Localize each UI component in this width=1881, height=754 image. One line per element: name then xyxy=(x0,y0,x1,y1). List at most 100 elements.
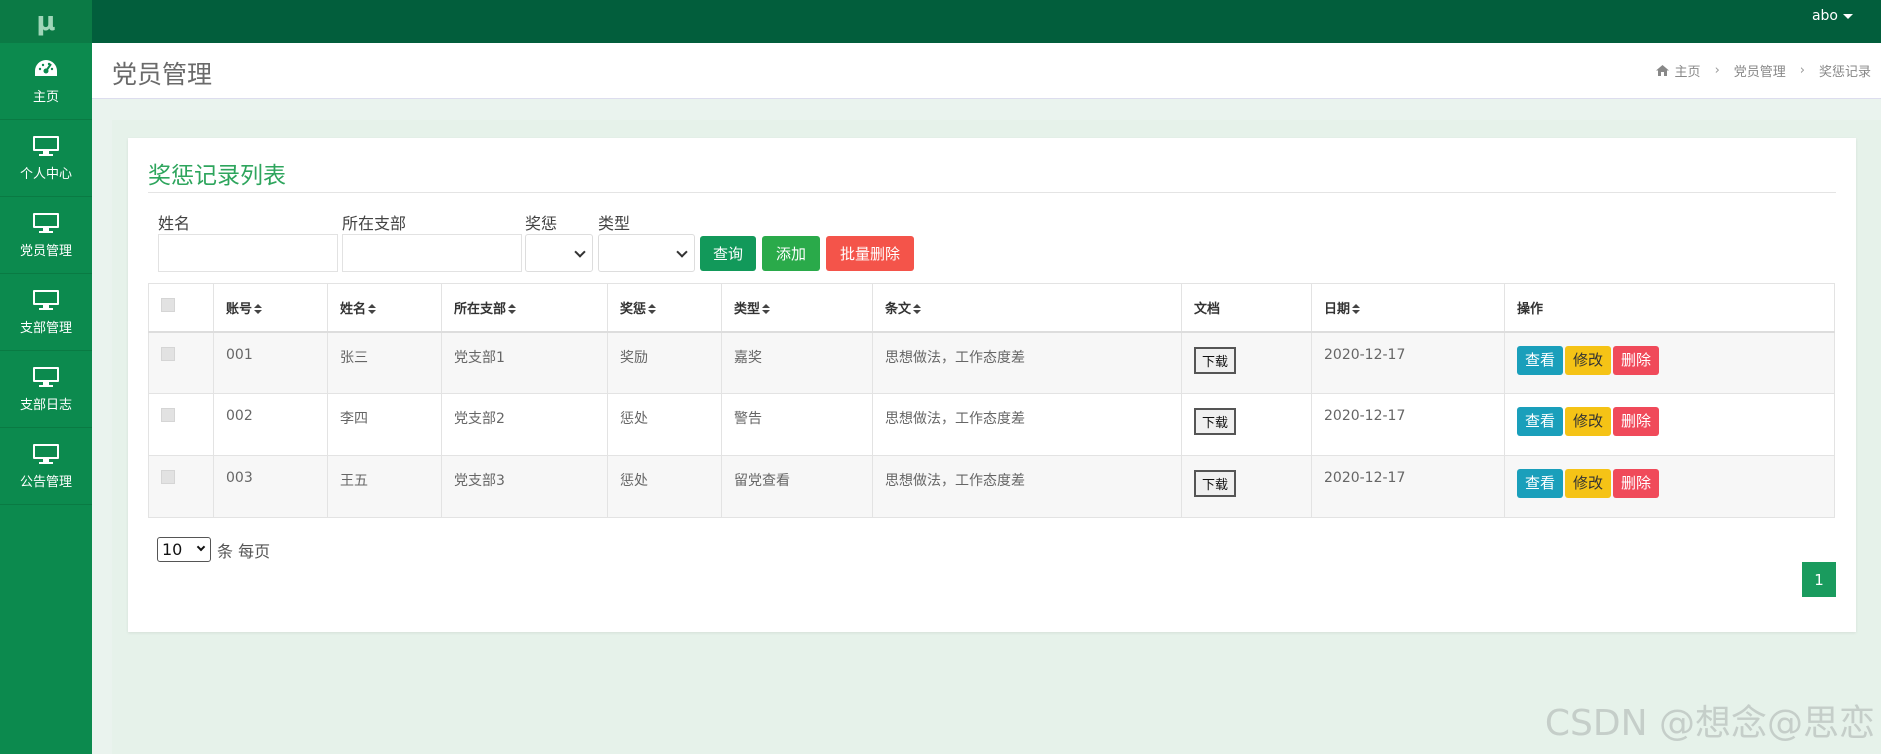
row-select-cell[interactable] xyxy=(148,455,214,518)
page-size-control: 10 条 每页 xyxy=(157,537,270,562)
sidebar-item-members[interactable]: 党员管理 xyxy=(0,197,92,274)
sidebar-item-label: 主页 xyxy=(32,89,59,105)
row-checkbox[interactable] xyxy=(161,346,175,361)
user-menu[interactable]: abo xyxy=(1812,8,1853,24)
col-branch[interactable]: 所在支部 xyxy=(441,283,608,333)
sidebar-item-label: 党员管理 xyxy=(19,243,72,259)
cell-doc: 下载 xyxy=(1181,455,1312,518)
cell-name: 王五 xyxy=(327,455,442,518)
monitor-icon xyxy=(33,366,59,387)
watermark: CSDN @想念@思恋 xyxy=(1544,703,1875,744)
page-size-suffix: 条 每页 xyxy=(217,541,271,561)
view-button[interactable]: 查看 xyxy=(1517,469,1564,498)
reward-filter-label: 奖惩 xyxy=(525,214,558,233)
table-header-row: 账号 姓名 所在支部 奖惩 类型 条文 文档 日期 操作 xyxy=(148,283,1835,333)
col-account[interactable]: 账号 xyxy=(213,283,328,333)
name-filter-input[interactable] xyxy=(158,234,338,272)
row-select-cell[interactable] xyxy=(148,331,214,394)
app-logo: μ xyxy=(0,0,92,43)
view-button[interactable]: 查看 xyxy=(1517,407,1564,436)
sidebar: μ 主页 个人中心 党员管理 支部管理 支部日志 公告管理 xyxy=(0,0,92,754)
page-button-current[interactable]: 1 xyxy=(1802,562,1836,597)
sidebar-item-label: 支部管理 xyxy=(19,320,72,336)
cell-clause: 思想做法，工作态度差 xyxy=(872,455,1182,518)
page-size-select[interactable]: 10 xyxy=(157,537,211,562)
content-area: 奖惩记录列表 姓名 所在支部 奖惩 类型 查询 添加 批量删除 账号 姓名 所在… xyxy=(112,120,1881,754)
sidebar-item-home[interactable]: 主页 xyxy=(0,43,92,120)
cell-reward: 惩处 xyxy=(607,455,722,518)
delete-button[interactable]: 删除 xyxy=(1613,345,1660,375)
col-label: 类型 xyxy=(734,301,761,317)
batch-delete-button[interactable]: 批量删除 xyxy=(826,236,914,271)
breadcrumb-members[interactable]: 党员管理 xyxy=(1734,61,1786,80)
chevron-down-icon xyxy=(196,542,206,552)
monitor-icon xyxy=(33,289,59,310)
reward-filter-select[interactable] xyxy=(525,234,593,272)
download-button[interactable]: 下载 xyxy=(1194,408,1237,435)
delete-button[interactable]: 删除 xyxy=(1613,407,1660,436)
col-label: 所在支部 xyxy=(454,301,507,317)
edit-button[interactable]: 修改 xyxy=(1565,345,1612,375)
select-all-cell[interactable] xyxy=(148,283,214,333)
add-button[interactable]: 添加 xyxy=(762,236,820,271)
col-date[interactable]: 日期 xyxy=(1311,283,1505,333)
dashboard-icon xyxy=(35,59,57,76)
col-type[interactable]: 类型 xyxy=(721,283,873,333)
col-reward[interactable]: 奖惩 xyxy=(607,283,722,333)
download-button[interactable]: 下载 xyxy=(1194,346,1237,374)
divider xyxy=(148,192,1836,193)
breadcrumb-home[interactable]: 主页 xyxy=(1675,61,1701,80)
cell-actions: 查看 修改 删除 xyxy=(1504,393,1835,456)
query-button[interactable]: 查询 xyxy=(700,236,756,271)
chevron-right-icon: › xyxy=(1714,63,1720,78)
chevron-down-icon xyxy=(574,246,586,258)
top-bar: abo xyxy=(92,0,1881,43)
table-row: 003 王五 党支部3 惩处 留党查看 思想做法，工作态度差 下载 2020-1… xyxy=(148,455,1835,518)
records-table: 账号 姓名 所在支部 奖惩 类型 条文 文档 日期 操作 001 张三 党支部1 xyxy=(148,283,1835,518)
cell-clause: 思想做法，工作态度差 xyxy=(872,331,1182,394)
breadcrumb: 主页 › 党员管理 › 奖惩记录 xyxy=(1655,61,1871,80)
edit-button[interactable]: 修改 xyxy=(1565,469,1612,498)
cell-date: 2020-12-17 xyxy=(1311,331,1505,394)
view-button[interactable]: 查看 xyxy=(1517,345,1564,375)
col-label: 账号 xyxy=(226,301,253,317)
cell-name: 李四 xyxy=(327,393,442,456)
type-filter-select[interactable] xyxy=(598,234,695,272)
chevron-down-icon xyxy=(676,246,688,258)
sidebar-item-profile[interactable]: 个人中心 xyxy=(0,120,92,197)
sidebar-item-branches[interactable]: 支部管理 xyxy=(0,274,92,351)
cell-branch: 党支部3 xyxy=(441,455,608,518)
row-checkbox[interactable] xyxy=(161,408,175,422)
sidebar-item-notices[interactable]: 公告管理 xyxy=(0,428,92,505)
cell-account: 001 xyxy=(213,331,328,394)
col-label: 日期 xyxy=(1324,301,1351,317)
col-label: 奖惩 xyxy=(620,301,647,317)
col-name[interactable]: 姓名 xyxy=(327,283,442,333)
cell-date: 2020-12-17 xyxy=(1311,455,1505,518)
select-all-checkbox[interactable] xyxy=(161,298,175,313)
col-clause[interactable]: 条文 xyxy=(872,283,1182,333)
row-select-cell[interactable] xyxy=(148,393,214,456)
monitor-icon xyxy=(33,212,59,233)
col-actions: 操作 xyxy=(1504,283,1835,333)
breadcrumb-current: 奖惩记录 xyxy=(1818,65,1871,80)
cell-reward: 奖励 xyxy=(607,331,722,394)
cell-account: 003 xyxy=(213,455,328,518)
card-title: 奖惩记录列表 xyxy=(148,163,286,189)
cell-type: 警告 xyxy=(721,393,873,456)
download-button[interactable]: 下载 xyxy=(1194,470,1237,497)
cell-type: 留党查看 xyxy=(721,455,873,518)
row-checkbox[interactable] xyxy=(161,470,175,484)
type-filter-label: 类型 xyxy=(598,214,631,233)
delete-button[interactable]: 删除 xyxy=(1613,469,1660,498)
edit-button[interactable]: 修改 xyxy=(1565,407,1612,436)
sort-icon xyxy=(254,304,263,315)
sidebar-item-branch-log[interactable]: 支部日志 xyxy=(0,351,92,428)
cell-doc: 下载 xyxy=(1181,393,1312,456)
branch-filter-input[interactable] xyxy=(342,234,522,272)
sidebar-item-label: 个人中心 xyxy=(19,166,72,182)
cell-account: 002 xyxy=(213,393,328,456)
monitor-icon xyxy=(33,443,59,464)
page-header: 党员管理 主页 › 党员管理 › 奖惩记录 xyxy=(92,43,1881,99)
monitor-icon xyxy=(33,135,59,156)
